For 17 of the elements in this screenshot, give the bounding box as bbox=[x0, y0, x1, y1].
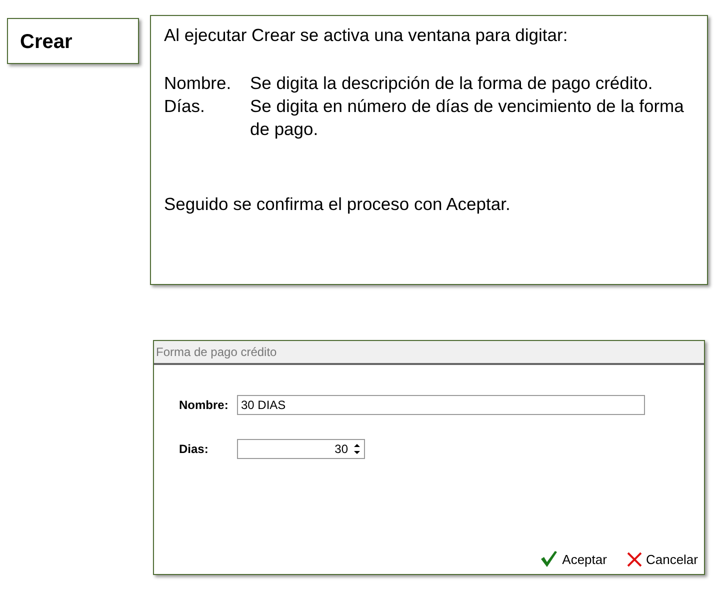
close-icon bbox=[626, 552, 642, 566]
definition-term: Días. bbox=[164, 95, 206, 118]
checkmark-icon bbox=[540, 550, 558, 568]
days-spinner[interactable]: 30 bbox=[237, 439, 365, 459]
definition-text: Se digita en número de días de vencimiento de la forma de pago. bbox=[250, 95, 685, 141]
field-label: Nombre: bbox=[179, 398, 230, 412]
intro-text: Al ejecutar Crear se activa una ventana para digitar: bbox=[164, 24, 569, 47]
definition-text: Se digita la descripción de la forma de pago crédito. bbox=[250, 72, 654, 95]
accept-button[interactable]: Aceptar bbox=[540, 550, 607, 568]
closing-text: Seguido se confirma el proceso con Aceptar. bbox=[164, 193, 512, 216]
dialog-title: Forma de pago crédito bbox=[154, 341, 704, 365]
field-label: Dias: bbox=[179, 442, 210, 456]
name-field[interactable]: 30 DIAS bbox=[237, 395, 645, 415]
definition-term: Nombre. bbox=[164, 72, 232, 95]
spinner-arrows-icon[interactable] bbox=[352, 441, 362, 457]
cancel-button[interactable]: Cancelar bbox=[626, 550, 698, 568]
section-heading: Crear bbox=[7, 18, 139, 64]
